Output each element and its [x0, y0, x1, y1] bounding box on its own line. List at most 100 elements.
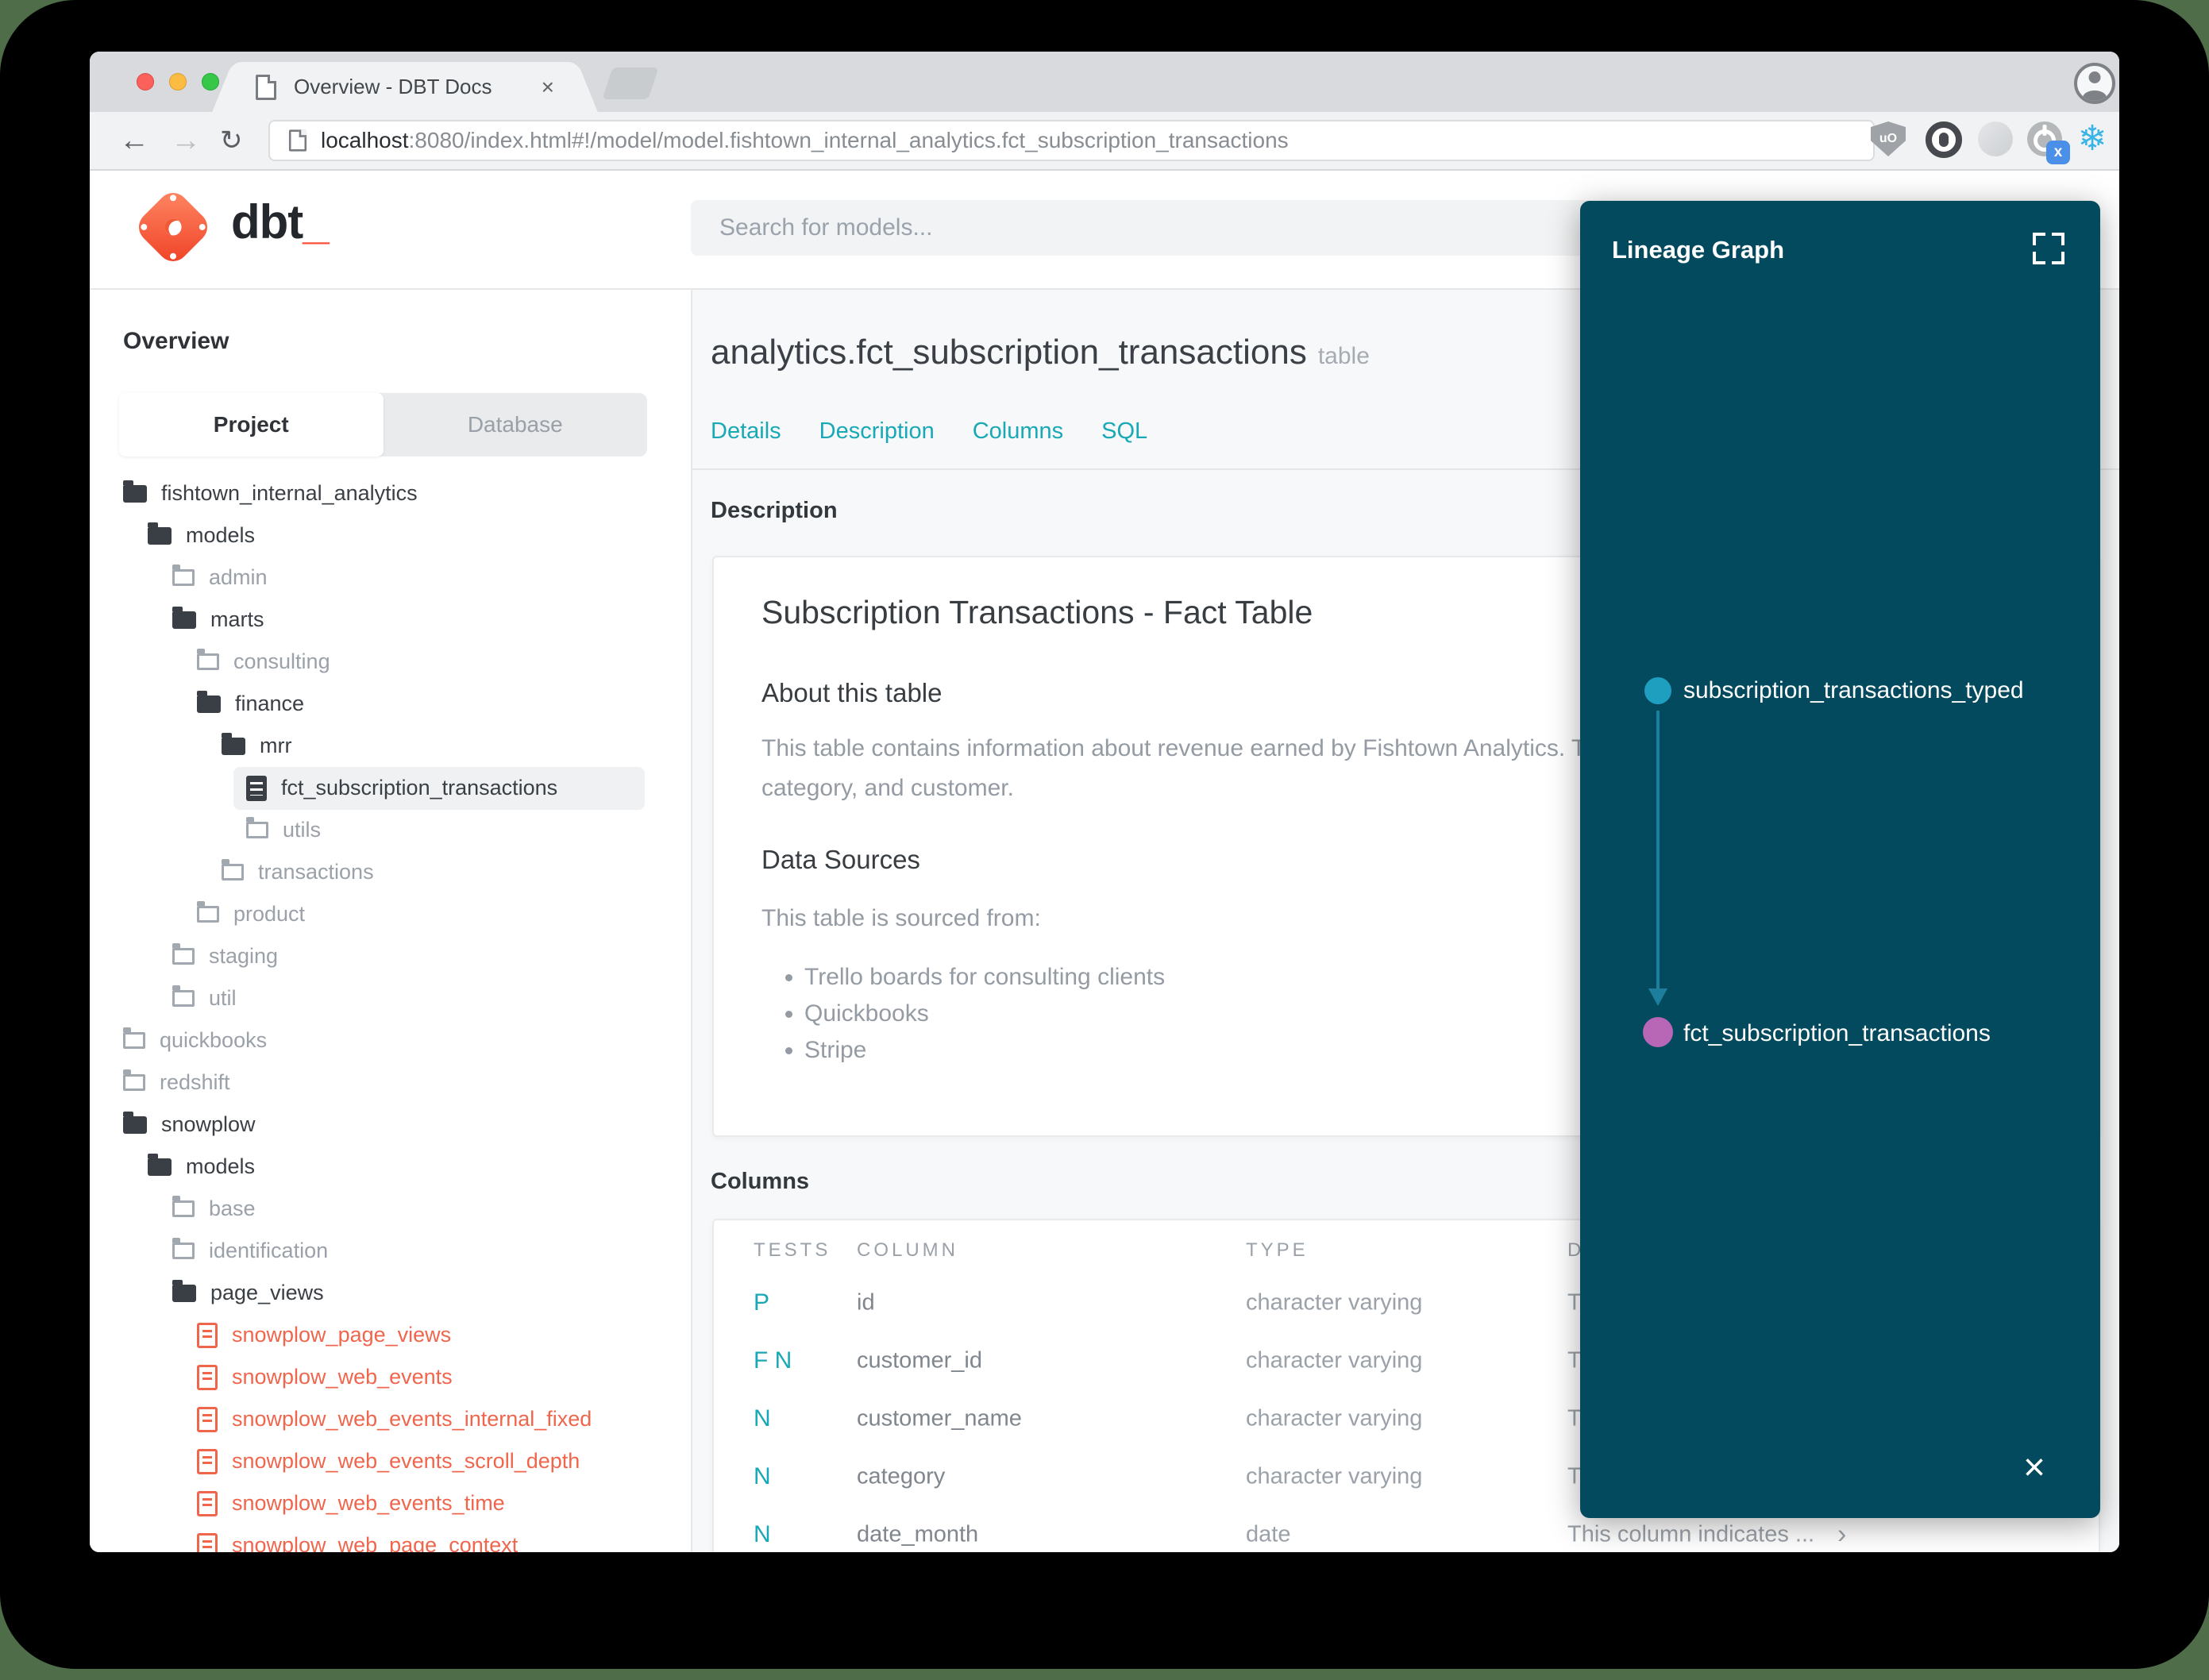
open-folder-icon — [222, 732, 245, 755]
tab-project[interactable]: Project — [119, 393, 384, 457]
model-file-icon — [246, 775, 267, 801]
column-cell: id — [857, 1289, 875, 1315]
snowflake-extension-icon[interactable]: ❄ — [2075, 121, 2110, 156]
tree-item-util[interactable]: util — [90, 977, 691, 1019]
lineage-node-dot-upstream[interactable] — [1644, 677, 1671, 704]
type-cell: character varying — [1246, 1405, 1423, 1431]
tree-item-transactions[interactable]: transactions — [90, 851, 691, 893]
tree-item-identification[interactable]: identification — [90, 1230, 691, 1272]
doc-about-heading: About this table — [761, 678, 943, 707]
browser-menu-icon[interactable]: ⋮ — [2116, 121, 2119, 156]
source-item: Quickbooks — [804, 996, 1165, 1032]
tree-item-fct-subscription-transactions-selected[interactable]: fct_subscription_transactions — [90, 766, 691, 810]
closed-folder-icon — [172, 1238, 195, 1259]
tree-item-consulting[interactable]: consulting — [90, 641, 691, 683]
tree-item-base[interactable]: base — [90, 1188, 691, 1230]
browser-profile-icon[interactable] — [2074, 63, 2115, 104]
tree-item-snowplow-web-events-time[interactable]: snowplow_web_events_time — [90, 1482, 691, 1524]
model-file-icon-red — [197, 1322, 218, 1348]
model-file-icon-red — [197, 1406, 218, 1432]
tree-item-page-views[interactable]: page_views — [90, 1272, 691, 1314]
lineage-node-label[interactable]: fct_subscription_transactions — [1683, 1020, 1991, 1047]
reload-button[interactable]: ↻ — [220, 120, 243, 161]
type-cell: character varying — [1246, 1463, 1423, 1489]
url-path: :8080/index.html#!/model/model.fishtown_… — [408, 128, 1289, 152]
power-extension-badge: x — [2046, 141, 2070, 164]
tree-item-utils[interactable]: utils — [90, 809, 691, 851]
tree-item-quickbooks[interactable]: quickbooks — [90, 1019, 691, 1062]
dbt-logo-text: dbt_ — [231, 195, 330, 249]
open-folder-icon — [197, 690, 221, 713]
fullscreen-icon[interactable] — [2033, 233, 2064, 264]
column-cell: customer_id — [857, 1347, 982, 1373]
tree-item-snowplow-web-events-scroll-depth[interactable]: snowplow_web_events_scroll_depth — [90, 1440, 691, 1482]
doc-sources-heading: Data Sources — [761, 845, 920, 874]
sidebar: Overview Project Database fishtown_inter… — [90, 290, 692, 1552]
browser-window: Overview - DBT Docs × ← → ↻ localhost:80… — [90, 52, 2119, 1552]
tree-item-finance[interactable]: finance — [90, 683, 691, 725]
tab-database[interactable]: Database — [384, 393, 648, 457]
source-item: Stripe — [804, 1032, 1165, 1069]
browser-tab[interactable]: Overview - DBT Docs × — [238, 62, 572, 112]
lineage-graph-panel: Lineage Graph subscription_transactions_… — [1580, 201, 2100, 1518]
type-cell: character varying — [1246, 1347, 1423, 1373]
nav-columns-link[interactable]: Columns — [973, 418, 1063, 445]
tree-item-redshift[interactable]: redshift — [90, 1062, 691, 1104]
forward-button[interactable]: → — [171, 120, 201, 161]
extension-icon[interactable] — [1978, 121, 2013, 156]
lineage-node-dot-current[interactable] — [1643, 1017, 1673, 1047]
close-window-button[interactable] — [137, 73, 154, 91]
open-folder-icon — [148, 522, 172, 545]
file-tree: fishtown_internal_analytics models admin… — [90, 472, 691, 1552]
model-file-icon-red — [197, 1448, 218, 1474]
ublock-extension-icon[interactable]: uO — [1871, 121, 1906, 156]
nav-details-link[interactable]: Details — [711, 418, 781, 445]
tree-item-snowplow-web-page-context[interactable]: snowplow_web_page_context — [90, 1524, 691, 1552]
tree-item-snowplow-page-views[interactable]: snowplow_page_views — [90, 1314, 691, 1356]
page-title-suffix: table — [1317, 343, 1370, 369]
closed-folder-icon — [123, 1027, 145, 1049]
dbt-logo-icon[interactable] — [132, 186, 214, 268]
closed-folder-icon — [172, 564, 195, 586]
tree-item-fishtown-internal-analytics[interactable]: fishtown_internal_analytics — [90, 472, 691, 514]
close-icon[interactable]: × — [2023, 1449, 2045, 1487]
zoom-window-button[interactable] — [202, 73, 219, 91]
tree-item-snowplow[interactable]: snowplow — [90, 1104, 691, 1146]
model-nav: Details Description Columns SQL — [711, 418, 1147, 445]
nav-sql-link[interactable]: SQL — [1101, 418, 1147, 445]
tree-item-product[interactable]: product — [90, 893, 691, 935]
open-folder-icon — [123, 1111, 147, 1134]
doc-title: Subscription Transactions - Fact Table — [761, 594, 1313, 630]
tree-item-snowplow-models[interactable]: models — [90, 1146, 691, 1188]
tree-item-snowplow-web-events-internal-fixed[interactable]: snowplow_web_events_internal_fixed — [90, 1398, 691, 1440]
tree-item-marts[interactable]: marts — [90, 599, 691, 641]
minimize-window-button[interactable] — [169, 73, 187, 91]
tree-item-models[interactable]: models — [90, 514, 691, 557]
browser-tab-bar: Overview - DBT Docs × — [90, 52, 2119, 112]
tests-cell: N — [754, 1462, 771, 1489]
type-cell: character varying — [1246, 1289, 1423, 1315]
page-security-icon — [288, 129, 307, 152]
password-extension-icon[interactable] — [1926, 121, 1962, 158]
tree-item-staging[interactable]: staging — [90, 935, 691, 977]
open-folder-icon — [123, 480, 147, 503]
new-tab-button[interactable] — [602, 67, 659, 99]
overview-link[interactable]: Overview — [123, 328, 229, 355]
nav-description-link[interactable]: Description — [819, 418, 935, 445]
tests-cell: P — [754, 1289, 770, 1316]
closed-folder-icon — [172, 943, 195, 965]
tree-item-admin[interactable]: admin — [90, 557, 691, 599]
closed-folder-icon — [172, 985, 195, 1007]
back-button[interactable]: ← — [119, 120, 149, 161]
screenshot-stage: Overview - DBT Docs × ← → ↻ localhost:80… — [0, 0, 2209, 1680]
tab-close-icon[interactable]: × — [542, 75, 554, 98]
page-title: analytics.fct_subscription_transactions t… — [711, 333, 1370, 372]
tree-item-snowplow-web-events[interactable]: snowplow_web_events — [90, 1356, 691, 1398]
lineage-node-label[interactable]: subscription_transactions_typed — [1683, 677, 2024, 704]
tree-item-mrr[interactable]: mrr — [90, 725, 691, 767]
tests-cell: N — [754, 1404, 771, 1431]
power-extension-icon[interactable]: x — [2027, 121, 2070, 164]
closed-folder-icon — [222, 859, 244, 880]
chevron-right-icon[interactable]: › — [1837, 1519, 1846, 1550]
address-bar[interactable]: localhost:8080/index.html#!/model/model.… — [268, 120, 1875, 161]
